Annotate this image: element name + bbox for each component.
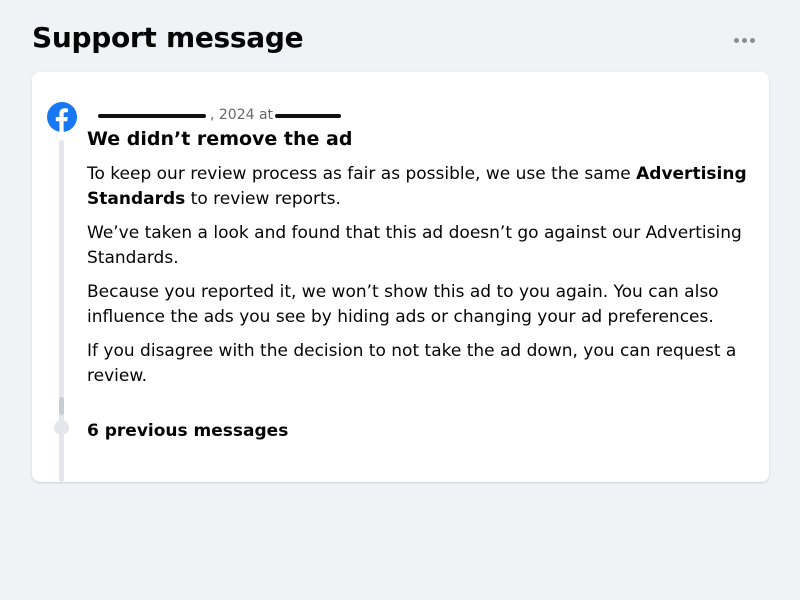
redaction-mark [98,114,206,118]
message-paragraph: If you disagree with the decision to not… [87,341,737,386]
more-dot-icon [741,37,747,43]
page-header: Support message [32,20,768,60]
message-paragraph: To keep our review process as fair as po… [87,164,747,209]
facebook-logo-icon [47,102,77,132]
more-dot-icon [733,37,739,43]
page-title: Support message [32,21,304,54]
message-paragraph: We’ve taken a look and found that this a… [87,223,742,268]
message-body: We didn’t remove the ad To keep our revi… [87,126,747,398]
more-options-button[interactable] [730,30,758,50]
more-dot-icon [749,37,755,43]
message-title: We didn’t remove the ad [87,128,353,150]
message-paragraph: Because you reported it, we won’t show t… [87,282,719,327]
previous-messages-link[interactable]: 6 previous messages [87,419,288,443]
timeline-scroll-indicator [59,397,64,415]
redaction-mark [275,114,341,118]
timeline-dot [54,420,69,435]
support-message-card: , 2024 at We didn’t remove the ad To kee… [32,72,769,482]
